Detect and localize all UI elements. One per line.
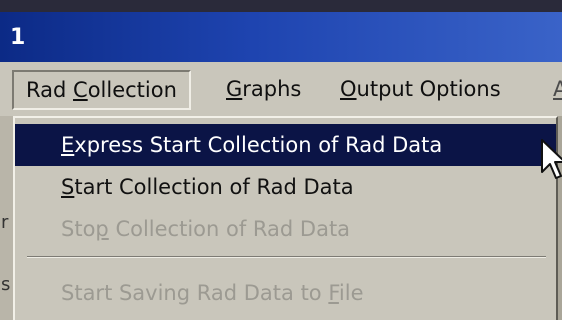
item-label-post: Collection of Rad Data bbox=[108, 217, 351, 241]
menu-rad-collection[interactable]: Rad Collection bbox=[12, 70, 191, 110]
top-edge bbox=[0, 0, 562, 12]
menu-partial-label: A bbox=[553, 77, 562, 101]
rad-collection-dropdown: Express Start Collection of Rad Data Sta… bbox=[13, 116, 558, 320]
arrow-pointer-icon bbox=[541, 139, 562, 179]
menu-item-stop-collection: Stop Collection of Rad Data bbox=[15, 208, 556, 250]
menu-item-start-collection[interactable]: Start Collection of Rad Data bbox=[15, 166, 556, 208]
item-accelerator: p bbox=[95, 217, 109, 241]
menu-accelerator: O bbox=[340, 77, 357, 101]
menu-accelerator: G bbox=[226, 77, 243, 101]
item-accelerator: E bbox=[61, 133, 75, 157]
menu-separator bbox=[27, 256, 546, 258]
menu-partial-item[interactable]: A bbox=[553, 69, 562, 109]
item-accelerator: S bbox=[61, 175, 75, 199]
menu-label-post: raphs bbox=[242, 77, 302, 101]
item-label-post: tart Collection of Rad Data bbox=[74, 175, 354, 199]
edge-text: r bbox=[1, 212, 9, 233]
menu-label-pre: Rad bbox=[26, 78, 74, 102]
menu-bar: Rad Collection Graphs Output Options A bbox=[0, 62, 562, 116]
item-label-pre: Start Saving Rad Data to bbox=[61, 281, 329, 305]
item-label-post: ile bbox=[338, 281, 364, 305]
menu-output-options[interactable]: Output Options bbox=[340, 69, 501, 109]
item-accelerator: F bbox=[328, 281, 339, 305]
screen: 1 Rad Collection Graphs Output Options A… bbox=[0, 0, 562, 320]
menu-item-start-saving: Start Saving Rad Data to File bbox=[15, 272, 556, 314]
menu-label-post: ollection bbox=[87, 78, 177, 102]
menu-graphs[interactable]: Graphs bbox=[226, 69, 301, 109]
menu-item-express-start[interactable]: Express Start Collection of Rad Data bbox=[15, 124, 556, 166]
title-bar: 1 bbox=[0, 12, 562, 62]
menu-label-post: utput Options bbox=[356, 77, 501, 101]
background-window-edge: r s bbox=[0, 116, 13, 320]
item-label-pre: Sto bbox=[61, 217, 96, 241]
edge-text: s bbox=[1, 274, 11, 295]
menu-accelerator: C bbox=[73, 78, 88, 102]
item-label-post: xpress Start Collection of Rad Data bbox=[74, 133, 443, 157]
window-title: 1 bbox=[10, 25, 26, 50]
